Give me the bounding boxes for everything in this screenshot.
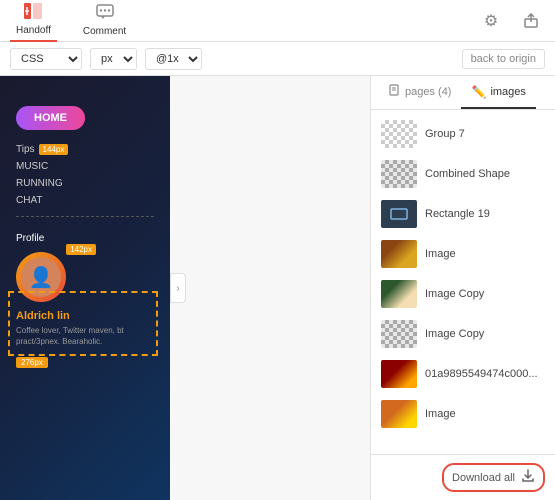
- tab-pages[interactable]: pages (4): [379, 76, 461, 109]
- zoom-select[interactable]: @1x @2x @3x: [145, 48, 202, 70]
- list-item[interactable]: Combined Shape: [371, 154, 555, 194]
- image-name-image-copy2: Image Copy: [425, 328, 484, 340]
- list-item[interactable]: Image: [371, 234, 555, 274]
- back-to-origin-button[interactable]: back to origin: [462, 49, 545, 69]
- profile-name: Aldrich lin: [16, 310, 154, 322]
- sub-toolbar: CSS Swift Android px dp pt @1x @2x @3x b…: [0, 42, 555, 76]
- nav-running: RUNNING: [16, 178, 154, 189]
- thumb-image: [381, 240, 417, 268]
- thumb-bottom-food: [381, 400, 417, 428]
- handoff-icon: [24, 3, 42, 24]
- divider: [16, 216, 154, 217]
- comment-icon: [96, 4, 114, 25]
- handoff-label: Handoff: [16, 25, 51, 36]
- canvas-content: HOME Tips 144px MUSIC RUNNING CHAT: [0, 76, 170, 500]
- settings-button[interactable]: ⚙: [477, 7, 505, 35]
- image-name-group7: Group 7: [425, 128, 465, 140]
- thumb-image-copy1: [381, 280, 417, 308]
- image-name-combined-shape: Combined Shape: [425, 168, 510, 180]
- profile-label: Profile: [16, 233, 154, 244]
- size-badge-tips: 144px: [39, 144, 69, 155]
- image-name-image-copy1: Image Copy: [425, 288, 484, 300]
- unit-select[interactable]: px dp pt: [90, 48, 137, 70]
- image-name-image: Image: [425, 248, 456, 260]
- toolbar-actions: ⚙: [477, 7, 545, 35]
- tab-handoff[interactable]: Handoff: [10, 0, 57, 42]
- pages-icon: [389, 84, 401, 99]
- left-panel: HOME Tips 144px MUSIC RUNNING CHAT: [0, 76, 370, 500]
- profile-section: Profile 👤 142px Aldrich lin Coffee lover…: [0, 233, 170, 370]
- images-icon: ✏️: [471, 85, 486, 99]
- comment-label: Comment: [83, 26, 126, 37]
- language-select[interactable]: CSS Swift Android: [10, 48, 82, 70]
- nav-tips: Tips 144px: [16, 144, 154, 155]
- toolbar-tabs: Handoff Comment: [10, 0, 132, 42]
- thumb-combined-shape: [381, 160, 417, 188]
- image-list: Group 7 Combined Shape Rectangle 19 Imag…: [371, 110, 555, 454]
- image-name-01a989: 01a9895549474c000...: [425, 368, 538, 380]
- download-all-button[interactable]: Download all: [442, 463, 545, 492]
- share-button[interactable]: [517, 7, 545, 35]
- image-name-bottom: Image: [425, 408, 456, 420]
- nav-chat: CHAT: [16, 195, 154, 206]
- avatar-wrapper: 👤 142px: [16, 252, 66, 302]
- tab-images[interactable]: ✏️ images: [461, 76, 535, 109]
- avatar: 👤: [16, 252, 66, 302]
- images-tab-label: images: [490, 86, 525, 98]
- download-all-label: Download all: [452, 472, 515, 484]
- thumb-01a989: [381, 360, 417, 388]
- size-badge-bottom: 276px: [16, 357, 48, 368]
- list-item[interactable]: 01a9895549474c000...: [371, 354, 555, 394]
- tab-comment[interactable]: Comment: [77, 0, 132, 41]
- list-item[interactable]: Image: [371, 394, 555, 434]
- toolbar: Handoff Comment ⚙: [0, 0, 555, 42]
- nav-music: MUSIC: [16, 161, 154, 172]
- nav-items: HOME Tips 144px MUSIC RUNNING CHAT: [0, 76, 170, 206]
- thumb-rectangle19: [381, 200, 417, 228]
- list-item[interactable]: Image Copy: [371, 274, 555, 314]
- thumb-group7: [381, 120, 417, 148]
- avatar-face: 👤: [21, 257, 61, 297]
- size-badge-avatar: 142px: [66, 244, 96, 255]
- list-item[interactable]: Rectangle 19: [371, 194, 555, 234]
- profile-desc: Coffee lover, Twitter maven, bt pract/3p…: [16, 325, 154, 347]
- pages-tab-label: pages (4): [405, 86, 451, 98]
- right-tabs: pages (4) ✏️ images: [371, 76, 555, 110]
- panel-collapse-arrow[interactable]: ›: [170, 273, 186, 303]
- main-area: HOME Tips 144px MUSIC RUNNING CHAT: [0, 76, 555, 500]
- download-icon: [521, 469, 535, 486]
- right-panel: pages (4) ✏️ images Group 7 Combined Sha…: [370, 76, 555, 500]
- thumb-image-copy2: [381, 320, 417, 348]
- right-footer: Download all: [371, 454, 555, 500]
- image-name-rectangle19: Rectangle 19: [425, 208, 490, 220]
- list-item[interactable]: Image Copy: [371, 314, 555, 354]
- nav-home: HOME: [16, 106, 85, 130]
- canvas-white: [170, 76, 370, 500]
- list-item[interactable]: Group 7: [371, 114, 555, 154]
